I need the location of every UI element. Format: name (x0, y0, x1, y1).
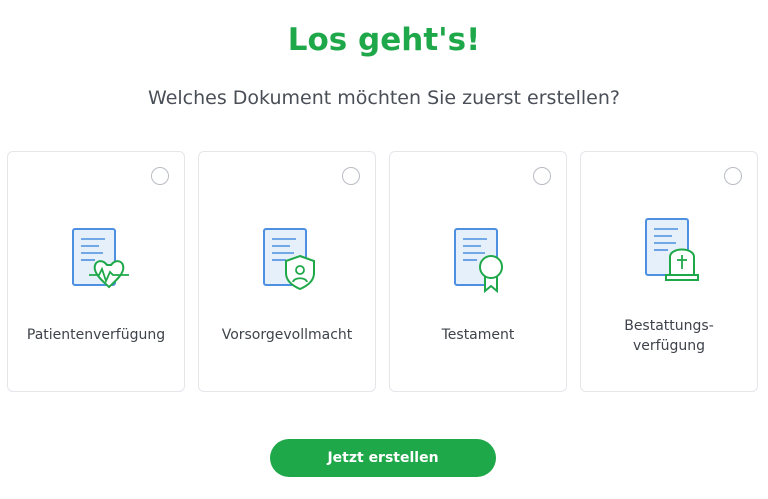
card-label: Testament (441, 327, 515, 343)
document-gravestone-icon (645, 218, 699, 281)
card-label: Vorsorgevollmacht (221, 327, 353, 343)
radio-button[interactable] (533, 167, 551, 185)
card-patientenverfuegung[interactable]: Patientenverfügung (7, 151, 185, 392)
card-bestattungsverfuegung[interactable]: Bestattungs- verfügung (580, 151, 758, 392)
document-shield-icon (263, 228, 315, 291)
page-subtitle: Welches Dokument möchten Sie zuerst erst… (148, 87, 620, 109)
document-certificate-icon (454, 228, 503, 294)
page-title: Los geht's! (287, 22, 481, 58)
create-now-button[interactable]: Jetzt erstellen (270, 439, 496, 477)
radio-button[interactable] (724, 167, 742, 185)
card-label-line: Bestattungs- (624, 318, 714, 334)
card-vorsorgevollmacht[interactable]: Vorsorgevollmacht (198, 151, 376, 392)
document-heart-icon (72, 228, 129, 289)
radio-button[interactable] (151, 167, 169, 185)
radio-button[interactable] (342, 167, 360, 185)
card-label: Patientenverfügung (26, 327, 166, 343)
card-label: Bestattungs- verfügung (585, 316, 753, 356)
card-label-line: verfügung (633, 338, 705, 354)
card-testament[interactable]: Testament (389, 151, 567, 392)
